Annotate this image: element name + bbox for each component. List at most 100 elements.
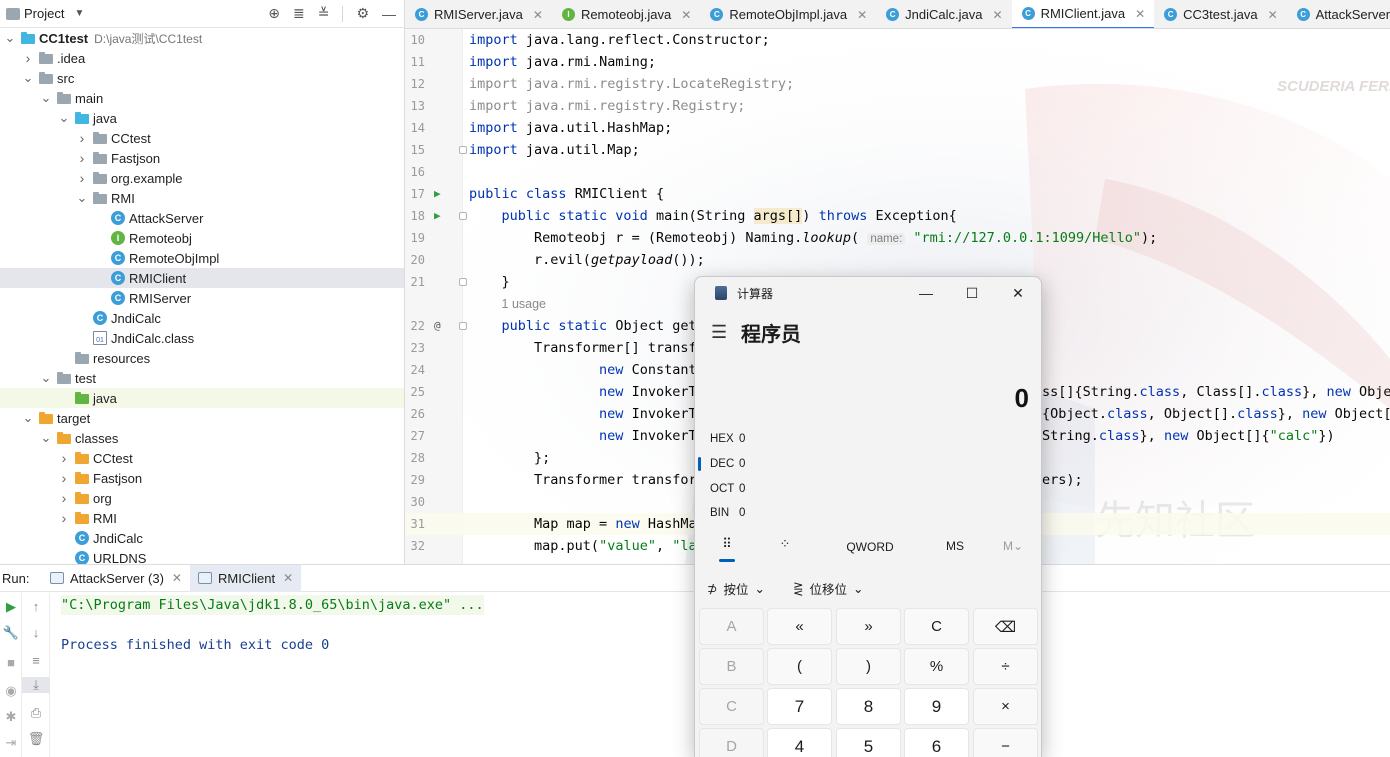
radix-dec[interactable]: DEC 0 (695, 452, 1041, 476)
chevron-down-icon[interactable]: ⌄ (76, 190, 88, 206)
close-icon[interactable]: ✕ (857, 8, 867, 22)
key-9[interactable]: 9 (904, 688, 969, 725)
key-shift-left[interactable]: « (767, 608, 832, 645)
bitwise-dropdown[interactable]: ⊅ 按位 ⌄ (707, 579, 765, 598)
chevron-down-icon[interactable]: ▼ (74, 8, 84, 19)
tree-item-folder-resources[interactable]: resources (0, 348, 404, 368)
tree-item-folder-target[interactable]: ⌄ target (0, 408, 404, 428)
run-gutter-icon[interactable]: ▶ (434, 183, 441, 205)
tree-item-folder-classes[interactable]: ⌄ classes (0, 428, 404, 448)
tree-item-package-org-example[interactable]: › org.example (0, 168, 404, 188)
tree-item-folder-target-rmi[interactable]: › RMI (0, 508, 404, 528)
key-c[interactable]: C (699, 688, 764, 725)
close-icon[interactable]: ✕ (1135, 7, 1145, 21)
wrench-icon[interactable]: 🔧 (0, 625, 22, 641)
scroll-to-end-icon[interactable]: ⤓ (22, 677, 50, 693)
fold-marker[interactable] (459, 212, 467, 220)
soft-wrap-icon[interactable]: ≡ (22, 653, 50, 668)
chevron-right-icon[interactable]: › (76, 150, 88, 166)
chevron-right-icon[interactable]: › (76, 130, 88, 146)
fold-marker[interactable] (459, 278, 467, 286)
override-icon[interactable]: @ (434, 315, 441, 337)
chevron-right-icon[interactable]: › (58, 470, 70, 486)
tab-attackserver[interactable]: C AttackServer.java (1287, 0, 1390, 28)
tree-item-class-rmiserver[interactable]: C RMIServer (0, 288, 404, 308)
trash-icon[interactable]: 🗑 (22, 731, 50, 747)
close-icon[interactable]: ✕ (1268, 8, 1278, 22)
key-close-paren[interactable]: ) (836, 648, 901, 685)
print-icon[interactable]: ⎙ (22, 705, 50, 721)
close-icon[interactable]: ✕ (533, 8, 543, 22)
calculator-titlebar[interactable]: 计算器 — ☐ ✕ (695, 277, 1041, 309)
tree-item-folder-main[interactable]: ⌄ main (0, 88, 404, 108)
chevron-down-icon[interactable]: ⌄ (40, 370, 52, 386)
camera-icon[interactable]: ◉ (0, 683, 22, 699)
chevron-right-icon[interactable]: › (58, 510, 70, 526)
tab-remoteobj[interactable]: I Remoteobj.java ✕ (552, 0, 700, 28)
chevron-down-icon[interactable]: ⌄ (40, 90, 52, 106)
down-arrow-icon[interactable]: ↓ (22, 625, 50, 640)
up-arrow-icon[interactable]: ↑ (22, 599, 50, 614)
tree-item-module-cc1test[interactable]: ⌄ CC1test D:\java测试\CC1test (0, 28, 404, 48)
key-divide[interactable]: ÷ (973, 648, 1038, 685)
tab-rmiserver[interactable]: C RMIServer.java ✕ (405, 0, 552, 28)
run-tab-rmiclient[interactable]: RMIClient ✕ (189, 564, 302, 592)
close-button[interactable]: ✕ (995, 285, 1041, 302)
settings-icon[interactable]: ✱ (0, 709, 22, 725)
tree-item-folder-target-org[interactable]: › org (0, 488, 404, 508)
key-modulo[interactable]: % (904, 648, 969, 685)
bit-toggle-keypad-icon[interactable]: ⁘ (775, 536, 795, 552)
tree-item-folder-java[interactable]: ⌄ java (0, 108, 404, 128)
project-panel-title[interactable]: Project (24, 6, 64, 21)
tab-remoteobjimpl[interactable]: C RemoteObjImpl.java ✕ (700, 0, 876, 28)
key-d[interactable]: D (699, 728, 764, 757)
key-a[interactable]: A (699, 608, 764, 645)
close-icon[interactable]: ✕ (993, 8, 1003, 22)
chevron-down-icon[interactable]: ⌄ (40, 430, 52, 446)
key-backspace[interactable]: ⌫ (973, 608, 1038, 645)
key-multiply[interactable]: × (973, 688, 1038, 725)
fold-marker[interactable] (459, 322, 467, 330)
tree-item-class-remoteobjimpl[interactable]: C RemoteObjImpl (0, 248, 404, 268)
radix-bin[interactable]: BIN 0 (695, 501, 1041, 525)
console-output[interactable]: "C:\Program Files\Java\jdk1.8.0_65\bin\j… (61, 595, 484, 653)
tree-item-class-attackserver[interactable]: C AttackServer (0, 208, 404, 228)
chevron-right-icon[interactable]: › (58, 490, 70, 506)
calculator-window[interactable]: 计算器 — ☐ ✕ ☰ 程序员 0 HEX 0 DEC 0 OCT 0 BIN 0 ⠿ … (694, 276, 1042, 757)
radix-hex[interactable]: HEX 0 (695, 427, 1041, 451)
tree-item-class-target-urldns[interactable]: C URLDNS (0, 548, 404, 564)
key-clear[interactable]: C (904, 608, 969, 645)
key-6[interactable]: 6 (904, 728, 969, 757)
word-size-button[interactable]: QWORD (840, 540, 900, 554)
tree-item-folder-src[interactable]: ⌄ src (0, 68, 404, 88)
chevron-right-icon[interactable]: › (76, 170, 88, 186)
bitshift-dropdown[interactable]: ⋛ 位移位 ⌄ (793, 579, 863, 598)
key-5[interactable]: 5 (836, 728, 901, 757)
close-icon[interactable]: ✕ (172, 571, 182, 585)
memory-store-button[interactable]: MS (935, 539, 975, 553)
stop-icon[interactable]: ■ (0, 655, 22, 670)
tab-jndicalc[interactable]: C JndiCalc.java ✕ (876, 0, 1011, 28)
tree-item-folder-target-cctest[interactable]: › CCtest (0, 448, 404, 468)
tree-item-interface-remoteobj[interactable]: I Remoteobj (0, 228, 404, 248)
close-icon[interactable]: ✕ (283, 571, 293, 585)
collapse-all-icon[interactable]: ≚ (318, 5, 330, 22)
key-shift-right[interactable]: » (836, 608, 901, 645)
rerun-icon[interactable]: ▶ (0, 599, 22, 615)
gear-icon[interactable]: ⚙ (356, 5, 369, 22)
exit-icon[interactable]: ⇥ (0, 735, 22, 751)
tab-cc3test[interactable]: C CC3test.java ✕ (1154, 0, 1286, 28)
chevron-down-icon[interactable]: ⌄ (58, 110, 70, 126)
maximize-button[interactable]: ☐ (949, 285, 995, 302)
tree-item-class-jndicalc[interactable]: C JndiCalc (0, 308, 404, 328)
memory-view-button[interactable]: M⌄ (993, 539, 1033, 553)
tree-item-package-rmi[interactable]: ⌄ RMI (0, 188, 404, 208)
chevron-down-icon[interactable]: ⌄ (4, 30, 16, 46)
tree-item-folder-test-java[interactable]: java (0, 388, 404, 408)
key-subtract[interactable]: − (973, 728, 1038, 757)
hide-icon[interactable]: — (382, 6, 396, 22)
close-icon[interactable]: ✕ (681, 8, 691, 22)
key-7[interactable]: 7 (767, 688, 832, 725)
tab-rmiclient[interactable]: C RMIClient.java ✕ (1011, 0, 1155, 28)
fold-marker[interactable] (459, 146, 467, 154)
